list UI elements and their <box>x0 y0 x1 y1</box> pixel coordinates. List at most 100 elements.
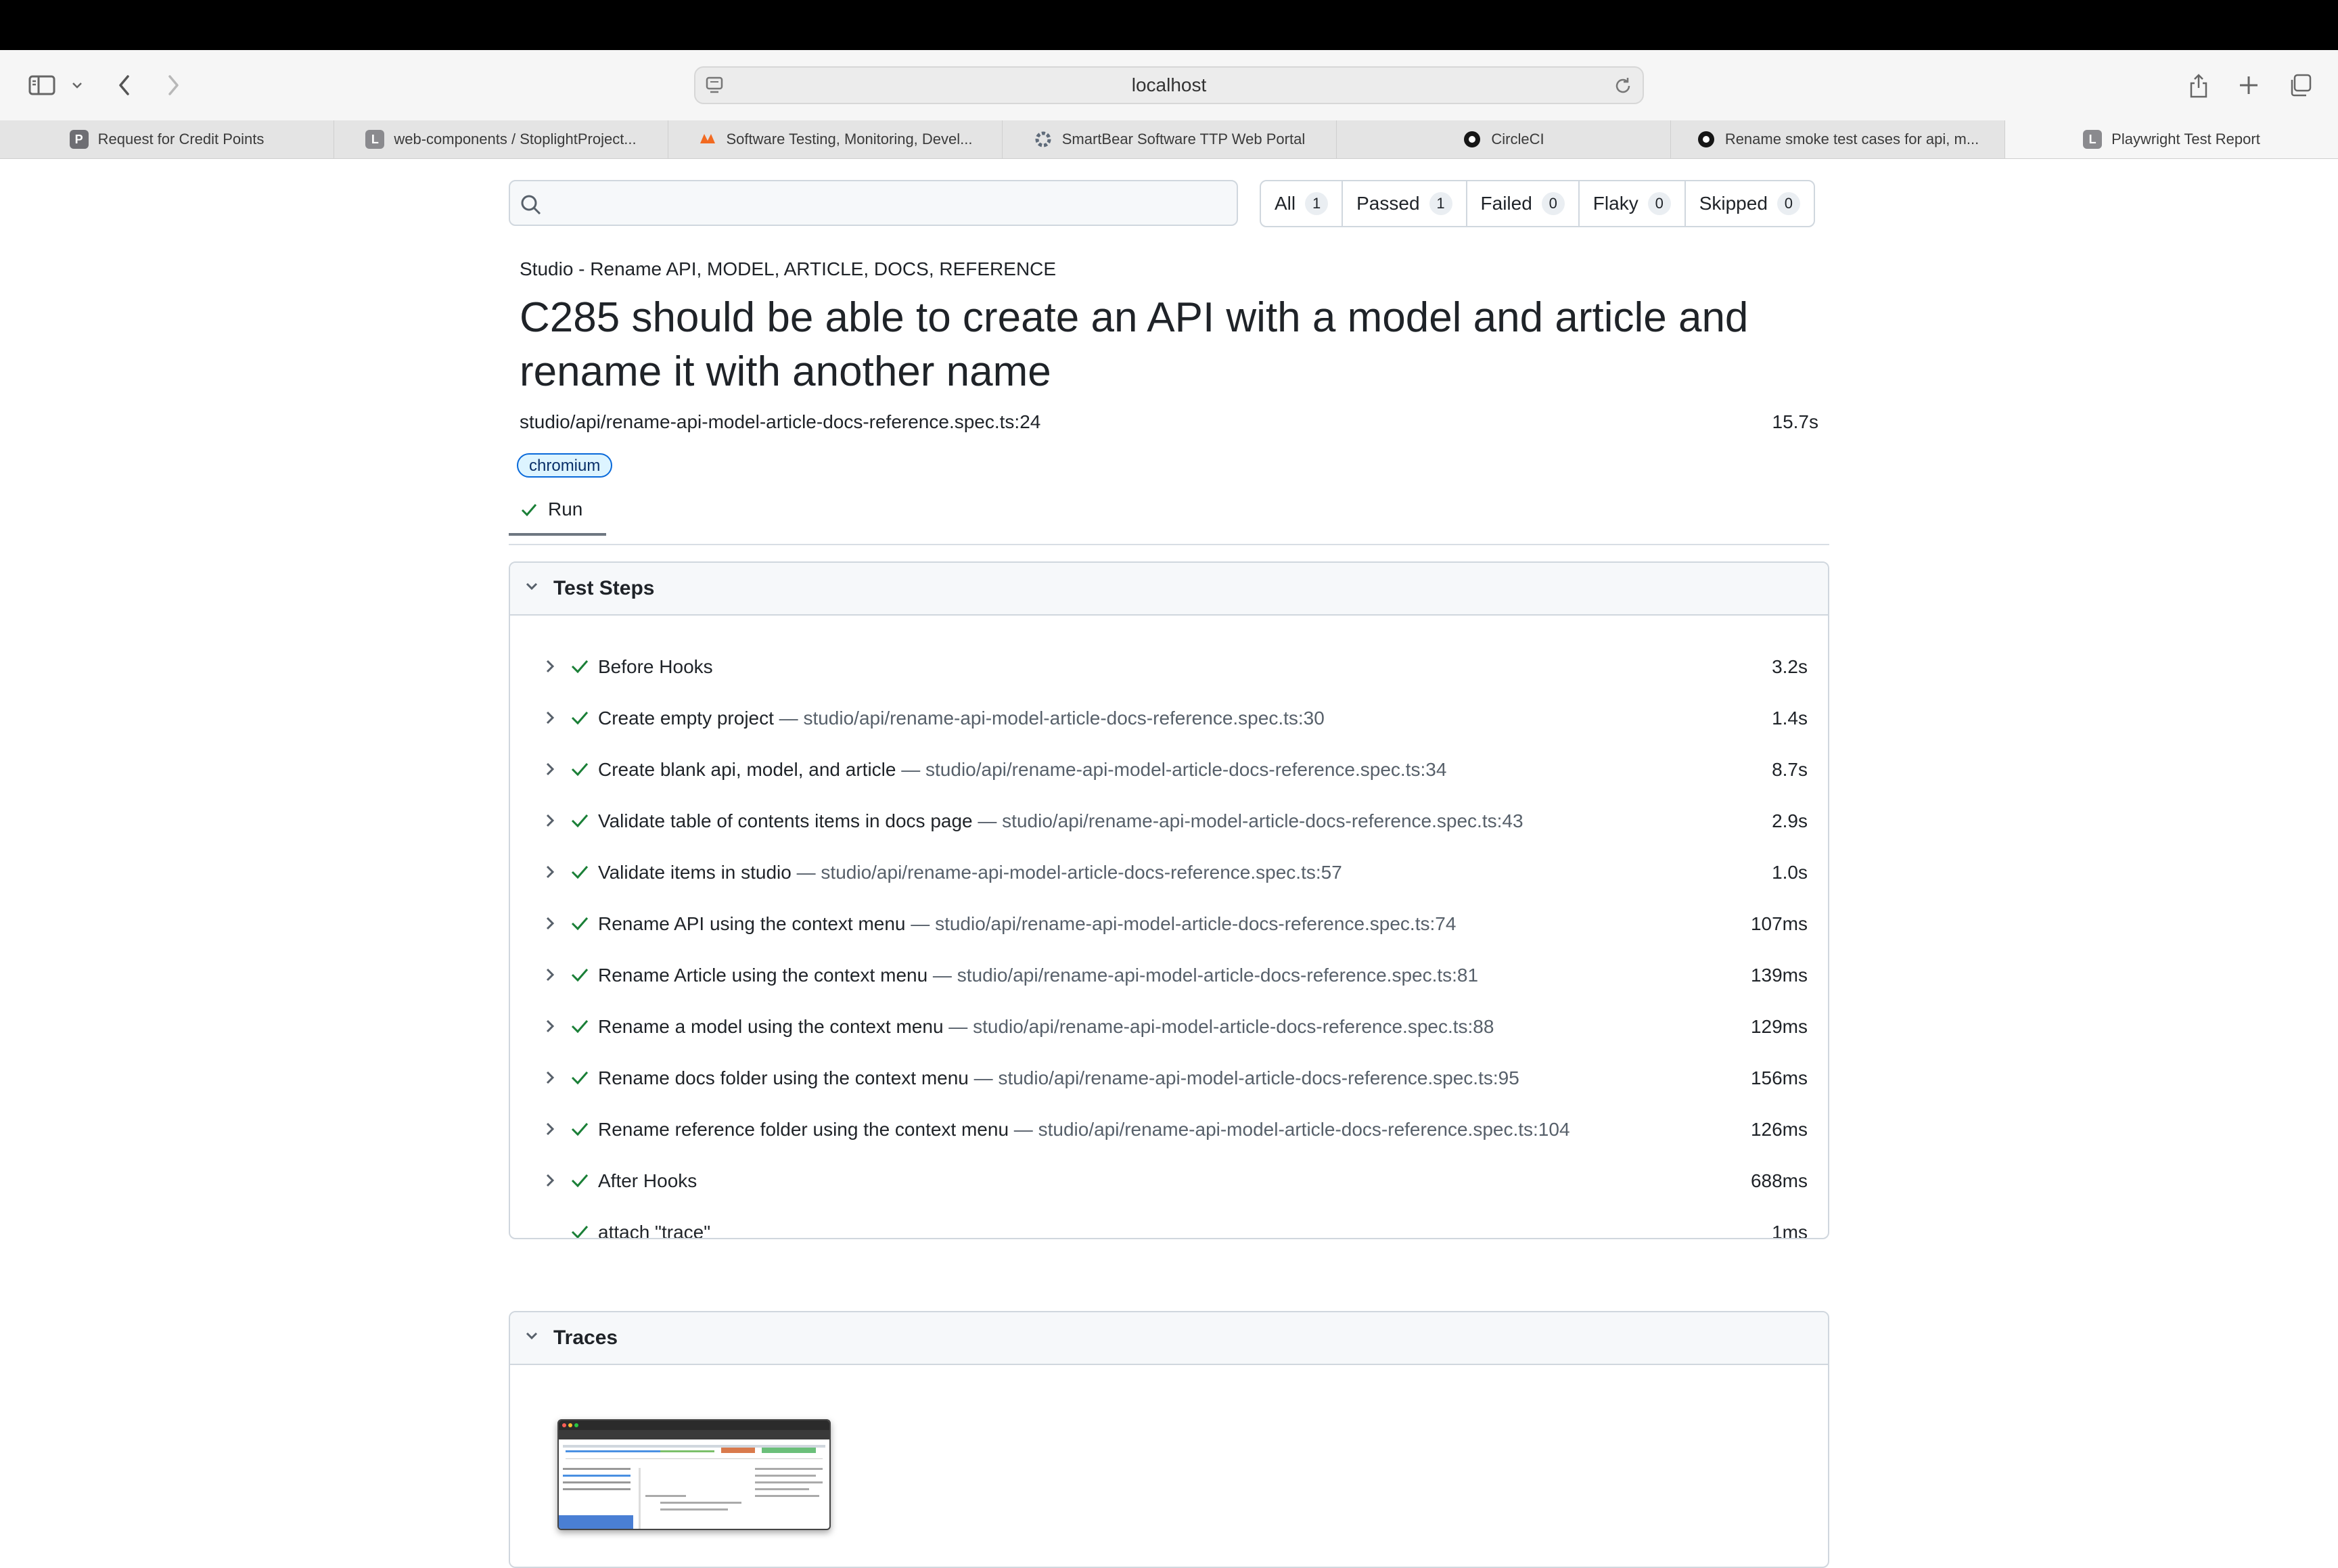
check-icon <box>570 656 590 681</box>
test-step-row[interactable]: Rename API using the context menu — stud… <box>510 898 1828 950</box>
filter-label: Passed <box>1356 193 1420 214</box>
test-step-row[interactable]: Validate items in studio — studio/api/re… <box>510 847 1828 898</box>
tab-overview-icon[interactable] <box>2287 66 2314 104</box>
forward-icon[interactable] <box>161 66 185 104</box>
test-step-row[interactable]: Rename a model using the context menu — … <box>510 1001 1828 1053</box>
chevron-right-icon[interactable] <box>540 1119 560 1144</box>
test-steps-header[interactable]: Test Steps <box>510 563 1828 616</box>
filter-count-badge: 1 <box>1429 192 1452 215</box>
step-location: studio/api/rename-api-model-article-docs… <box>925 759 1447 780</box>
chevron-right-icon[interactable] <box>540 708 560 733</box>
chevron-right-icon[interactable] <box>540 810 560 835</box>
back-icon[interactable] <box>112 66 137 104</box>
chevron-right-icon[interactable] <box>540 759 560 784</box>
test-step-row[interactable]: Before Hooks 3.2s <box>510 641 1828 693</box>
step-text: attach "trace" <box>598 1222 710 1238</box>
tab-divider <box>509 544 1829 545</box>
test-step-row[interactable]: Rename Article using the context menu — … <box>510 950 1828 1001</box>
step-location: studio/api/rename-api-model-article-docs… <box>1038 1119 1570 1140</box>
step-name: Rename Article using the context menu <box>598 965 928 986</box>
check-icon <box>520 501 538 523</box>
test-location: studio/api/rename-api-model-article-docs… <box>520 411 1041 432</box>
step-duration: 2.9s <box>1772 810 1808 831</box>
test-step-row[interactable]: Rename reference folder using the contex… <box>510 1104 1828 1155</box>
step-duration: 139ms <box>1750 965 1808 986</box>
tab-label: Rename smoke test cases for api, m... <box>1724 131 1979 147</box>
browser-tab[interactable]: Software Testing, Monitoring, Devel... <box>668 120 1003 158</box>
sidebar-toggle-icon[interactable] <box>24 66 60 104</box>
tab-label: Request for Credit Points <box>97 131 265 147</box>
reload-icon[interactable] <box>1613 76 1633 99</box>
test-steps-title: Test Steps <box>553 577 655 599</box>
check-icon <box>570 1170 590 1195</box>
step-duration: 107ms <box>1750 913 1808 934</box>
tab-label: Software Testing, Monitoring, Devel... <box>726 131 973 147</box>
chevron-right-icon[interactable] <box>540 862 560 887</box>
filter-flaky[interactable]: Flaky 0 <box>1580 181 1686 226</box>
step-duration: 1ms <box>1772 1222 1808 1239</box>
step-duration: 8.7s <box>1772 759 1808 780</box>
chevron-right-icon[interactable] <box>540 1170 560 1195</box>
share-icon[interactable] <box>2185 66 2212 104</box>
test-step-row[interactable]: Rename docs folder using the context men… <box>510 1053 1828 1104</box>
search-icon <box>520 193 543 220</box>
step-location: studio/api/rename-api-model-article-docs… <box>973 1016 1494 1037</box>
step-duration: 1.0s <box>1772 862 1808 883</box>
test-step-row[interactable]: Validate table of contents items in docs… <box>510 795 1828 847</box>
step-location-separator: — <box>791 862 821 883</box>
filter-label: All <box>1275 193 1296 214</box>
filter-passed[interactable]: Passed 1 <box>1343 181 1467 226</box>
new-tab-icon[interactable] <box>2235 66 2262 104</box>
step-name: Validate table of contents items in docs… <box>598 810 973 831</box>
tab-favicon-icon: P <box>69 130 89 149</box>
step-text: Rename a model using the context menu — … <box>598 1016 1494 1038</box>
page-title: C285 should be able to create an API wit… <box>520 294 1749 395</box>
browser-tab[interactable]: Rename smoke test cases for api, m... <box>1671 120 2005 158</box>
browser-tab[interactable]: P Request for Credit Points <box>0 120 334 158</box>
project-tag[interactable]: chromium <box>517 453 613 478</box>
browser-tab[interactable]: SmartBear Software TTP Web Portal <box>1003 120 1337 158</box>
step-text: Create blank api, model, and article — s… <box>598 759 1446 781</box>
chevron-right-icon[interactable] <box>540 965 560 990</box>
search-input[interactable] <box>509 180 1238 226</box>
browser-tab[interactable]: CircleCI <box>1337 120 1671 158</box>
filter-count-badge: 1 <box>1305 192 1329 215</box>
filter-skipped[interactable]: Skipped 0 <box>1686 181 1814 226</box>
step-location: studio/api/rename-api-model-article-docs… <box>803 708 1325 729</box>
tab-run[interactable]: Run <box>509 495 606 536</box>
tab-label: web-components / StoplightProject... <box>394 131 637 147</box>
filter-label: Failed <box>1480 193 1532 214</box>
menu-bar <box>0 0 2338 50</box>
suite-path: Studio - Rename API, MODEL, ARTICLE, DOC… <box>520 258 1057 279</box>
tab-label: SmartBear Software TTP Web Portal <box>1061 131 1306 147</box>
address-bar[interactable]: localhost <box>694 66 1644 104</box>
traces-header[interactable]: Traces <box>510 1312 1828 1365</box>
step-location: studio/api/rename-api-model-article-docs… <box>1002 810 1523 831</box>
github-logo-icon <box>1697 130 1716 149</box>
step-location-separator: — <box>896 759 926 780</box>
step-text: Validate table of contents items in docs… <box>598 810 1523 832</box>
test-step-row[interactable]: Create empty project — studio/api/rename… <box>510 693 1828 744</box>
step-name: Rename a model using the context menu <box>598 1016 944 1037</box>
step-location-separator: — <box>927 965 957 986</box>
chevron-right-icon[interactable] <box>540 656 560 681</box>
check-icon <box>570 708 590 733</box>
chevron-right-icon[interactable] <box>540 913 560 938</box>
chevron-right-icon[interactable] <box>540 1067 560 1092</box>
chevron-right-icon[interactable] <box>540 1016 560 1041</box>
filter-label: Skipped <box>1699 193 1768 214</box>
test-step-row[interactable]: After Hooks 688ms <box>510 1155 1828 1207</box>
test-step-row[interactable]: Create blank api, model, and article — s… <box>510 744 1828 795</box>
filter-label: Flaky <box>1592 193 1638 214</box>
step-duration: 156ms <box>1750 1067 1808 1088</box>
check-icon <box>570 1067 590 1092</box>
chevron-down-icon[interactable] <box>68 66 87 104</box>
trace-thumbnail[interactable] <box>557 1419 831 1530</box>
filter-all[interactable]: All 1 <box>1261 181 1344 226</box>
step-name: After Hooks <box>598 1170 697 1191</box>
filter-count-badge: 0 <box>1541 192 1565 215</box>
browser-tab[interactable]: Lweb-components / StoplightProject... <box>334 120 668 158</box>
filter-failed[interactable]: Failed 0 <box>1467 181 1580 226</box>
step-text: Rename reference folder using the contex… <box>598 1119 1570 1140</box>
browser-tab[interactable]: L Playwright Test Report <box>2005 120 2338 158</box>
